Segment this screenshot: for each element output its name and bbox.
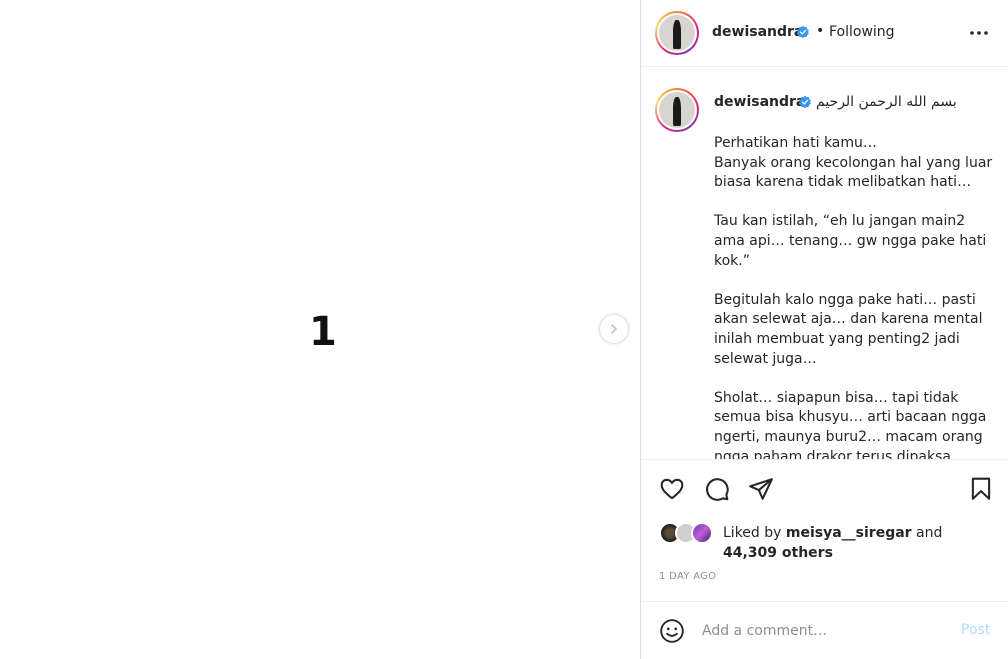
post-media[interactable]: 1 <box>0 0 640 659</box>
caption-username[interactable]: dewisandra <box>714 94 805 110</box>
separator-dot: • <box>816 23 825 39</box>
post-side-panel: dewisandra • Following dewisandra بسم ال… <box>640 0 1008 659</box>
post-timestamp[interactable]: 1 DAY AGO <box>659 571 716 582</box>
header-username[interactable]: dewisandra <box>712 24 803 40</box>
avatar[interactable] <box>655 11 699 55</box>
heart-icon[interactable] <box>659 476 685 502</box>
comment-icon[interactable] <box>704 476 730 502</box>
comment-input[interactable] <box>702 620 942 642</box>
bookmark-icon[interactable] <box>968 476 994 502</box>
verified-badge-icon <box>799 95 811 109</box>
caption-text: Perhatikan hati kamu… Banyak orang kecol… <box>714 134 996 460</box>
caption-opening: بسم الله الرحمن الرحيم <box>816 94 957 110</box>
caption-paragraph: Tau kan istilah, “eh lu jangan main2 ama… <box>714 213 987 269</box>
slide-number: 1 <box>309 309 337 355</box>
likes-row: Liked by meisya__siregar and 44,309 othe… <box>641 519 1008 565</box>
smiley-icon[interactable] <box>659 618 685 644</box>
next-slide-button[interactable] <box>599 314 629 344</box>
caption-area[interactable]: dewisandra بسم الله الرحمن الرحيم Perhat… <box>641 67 1008 460</box>
post-header: dewisandra • Following <box>641 0 1008 67</box>
likes-prefix: Liked by <box>723 525 782 541</box>
likes-count-link[interactable]: 44,309 others <box>723 545 833 561</box>
caption-paragraph: Sholat… siapapun bisa… tapi tidak semua … <box>714 389 987 460</box>
verified-badge-icon <box>797 25 809 39</box>
avatar[interactable] <box>655 88 699 132</box>
avatar[interactable] <box>691 522 713 544</box>
paper-plane-icon[interactable] <box>748 476 774 502</box>
action-bar <box>641 460 1008 516</box>
caption-paragraph: Begitulah kalo ngga pake hati… pasti aka… <box>714 291 983 367</box>
comment-box: Post <box>641 601 1008 659</box>
following-button[interactable]: Following <box>829 24 895 40</box>
chevron-right-icon <box>611 324 617 334</box>
caption-paragraph: Perhatikan hati kamu… Banyak orang kecol… <box>714 135 993 191</box>
likes-conjunction: and <box>916 525 943 541</box>
more-horizontal-icon[interactable] <box>967 23 991 43</box>
liker-username[interactable]: meisya__siregar <box>786 525 912 541</box>
likes-text: Liked by meisya__siregar and 44,309 othe… <box>723 523 942 563</box>
post-button[interactable]: Post <box>961 622 990 638</box>
